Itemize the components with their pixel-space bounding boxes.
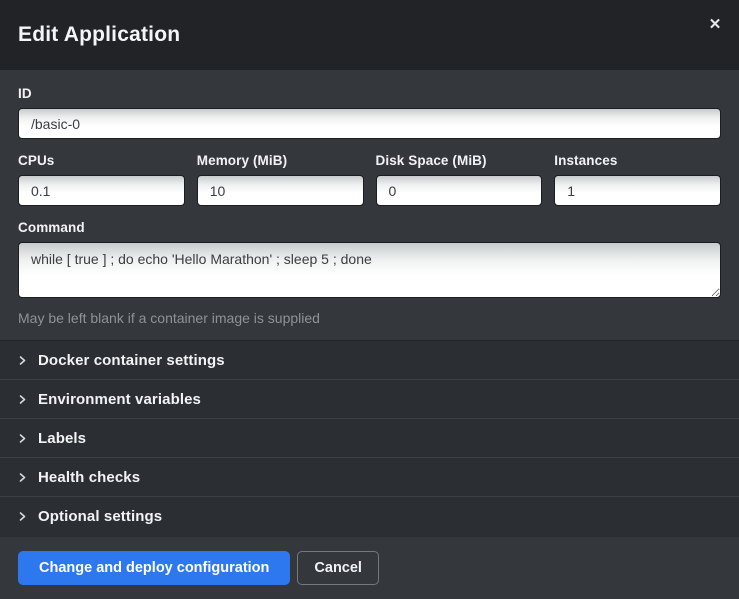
accordion-sections: Docker container settings Environment va… xyxy=(0,340,739,536)
section-label: Optional settings xyxy=(38,508,162,525)
section-label: Docker container settings xyxy=(38,352,225,369)
disk-field-group: Disk Space (MiB) xyxy=(376,153,543,206)
application-form: ID CPUs Memory (MiB) Disk Space (MiB) In… xyxy=(0,70,739,340)
id-input[interactable] xyxy=(18,108,721,139)
chevron-right-icon xyxy=(18,512,27,521)
section-labels[interactable]: Labels xyxy=(0,419,739,458)
cancel-button[interactable]: Cancel xyxy=(297,551,379,585)
cpus-field-group: CPUs xyxy=(18,153,185,206)
memory-label: Memory (MiB) xyxy=(197,153,364,168)
modal-title: Edit Application xyxy=(18,23,180,47)
id-field-group: ID xyxy=(18,86,721,139)
section-optional-settings[interactable]: Optional settings xyxy=(0,497,739,536)
memory-input[interactable] xyxy=(197,175,364,206)
section-label: Labels xyxy=(38,430,86,447)
change-and-deploy-button[interactable]: Change and deploy configuration xyxy=(18,551,290,585)
section-label: Environment variables xyxy=(38,391,201,408)
section-label: Health checks xyxy=(38,469,140,486)
section-health-checks[interactable]: Health checks xyxy=(0,458,739,497)
cpus-input[interactable] xyxy=(18,175,185,206)
chevron-right-icon xyxy=(18,356,27,365)
section-environment-variables[interactable]: Environment variables xyxy=(0,380,739,419)
section-docker-container-settings[interactable]: Docker container settings xyxy=(0,341,739,380)
id-label: ID xyxy=(18,86,721,101)
chevron-right-icon xyxy=(18,434,27,443)
modal-footer: Change and deploy configuration Cancel xyxy=(0,536,739,599)
command-label: Command xyxy=(18,220,721,235)
memory-field-group: Memory (MiB) xyxy=(197,153,364,206)
cpus-label: CPUs xyxy=(18,153,185,168)
instances-label: Instances xyxy=(554,153,721,168)
modal-header: Edit Application ✕ xyxy=(0,0,739,70)
disk-label: Disk Space (MiB) xyxy=(376,153,543,168)
instances-input[interactable] xyxy=(554,175,721,206)
command-field-group: Command while [ true ] ; do echo 'Hello … xyxy=(18,220,721,326)
close-icon[interactable]: ✕ xyxy=(705,15,725,35)
chevron-right-icon xyxy=(18,395,27,404)
instances-field-group: Instances xyxy=(554,153,721,206)
command-help-text: May be left blank if a container image i… xyxy=(18,310,721,326)
disk-input[interactable] xyxy=(376,175,543,206)
edit-application-modal: Edit Application ✕ ID CPUs Memory (MiB) … xyxy=(0,0,739,599)
chevron-right-icon xyxy=(18,473,27,482)
command-textarea[interactable]: while [ true ] ; do echo 'Hello Marathon… xyxy=(18,242,721,298)
resources-row: CPUs Memory (MiB) Disk Space (MiB) Insta… xyxy=(18,153,721,206)
